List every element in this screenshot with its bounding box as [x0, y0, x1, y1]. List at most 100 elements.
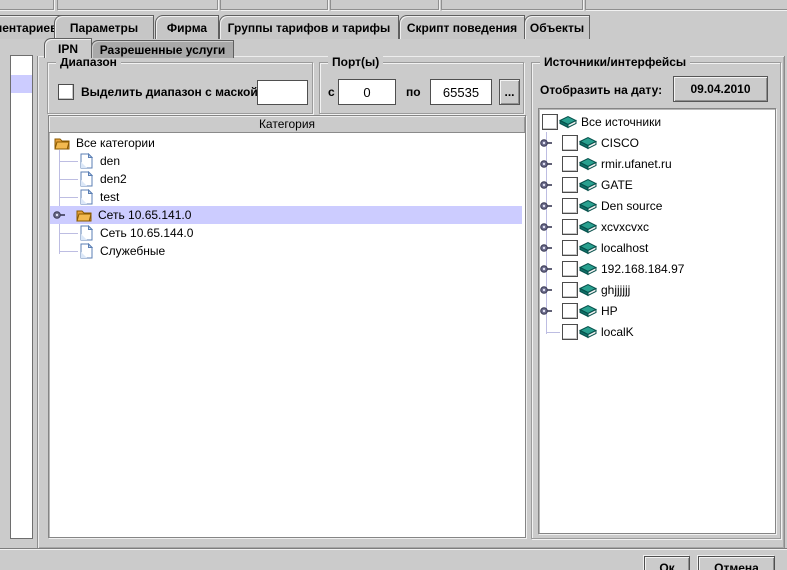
source-tree-item[interactable]: ghjjjjjj [540, 280, 773, 300]
category-tree: Все категории den den2 test [50, 134, 522, 534]
source-label: Все источники [581, 115, 661, 129]
footer-divider-highlight [0, 549, 787, 550]
port-from-input[interactable] [338, 79, 396, 105]
port-from-label: с [328, 85, 335, 99]
tree-expand-handle[interactable] [53, 211, 66, 219]
tree-connector-elbow [59, 161, 78, 162]
source-checkbox[interactable] [562, 135, 578, 151]
tree-expand-handle[interactable] [540, 286, 553, 294]
category-tree-item[interactable]: den [50, 152, 522, 170]
source-checkbox[interactable] [562, 303, 578, 319]
source-checkbox[interactable] [562, 219, 578, 235]
book-icon [579, 242, 597, 255]
tree-expand-handle[interactable] [540, 181, 553, 189]
category-tree-item[interactable]: test [50, 188, 522, 206]
show-on-date-label: Отобразить на дату: [540, 83, 662, 97]
category-column-header[interactable]: Категория [49, 116, 525, 133]
document-icon [80, 171, 93, 187]
tab-firm[interactable]: Фирма [155, 15, 219, 39]
tree-expand-handle[interactable] [540, 244, 553, 252]
cropped-panel-edge [330, 0, 439, 10]
tree-connector-elbow [59, 179, 78, 180]
category-label: Сеть 10.65.141.0 [98, 208, 191, 222]
source-checkbox[interactable] [562, 261, 578, 277]
folder-open-icon [76, 208, 92, 222]
source-tree-item[interactable]: localK [540, 322, 773, 342]
document-icon [80, 189, 93, 205]
ok-button[interactable]: Ок [644, 556, 690, 570]
date-button[interactable]: 09.04.2010 [673, 76, 768, 102]
category-label: den [100, 154, 120, 168]
source-tree-item[interactable]: xcvxcvxc [540, 217, 773, 237]
range-mask-checkbox[interactable] [58, 84, 74, 100]
book-icon [579, 221, 597, 234]
tab-allowed-services[interactable]: Разрешенные услуги [91, 40, 234, 58]
tab-parameters[interactable]: Параметры [54, 15, 154, 39]
source-tree-item[interactable]: 192.168.184.97 [540, 259, 773, 279]
category-header-label: Категория [259, 117, 315, 131]
mask-input[interactable] [257, 80, 308, 105]
source-checkbox[interactable] [562, 240, 578, 256]
source-tree-item[interactable]: Den source [540, 196, 773, 216]
category-tree-item[interactable]: den2 [50, 170, 522, 188]
folder-open-icon [54, 136, 70, 150]
book-icon [579, 284, 597, 297]
category-tree-item[interactable]: Сеть 10.65.144.0 [50, 224, 522, 242]
tab-ipn[interactable]: IPN [44, 38, 92, 58]
tree-expand-handle[interactable] [540, 139, 553, 147]
cropped-panel-edge [57, 0, 218, 10]
source-checkbox[interactable] [542, 114, 558, 130]
category-tree-item[interactable]: Служебные [50, 242, 522, 260]
category-label: den2 [100, 172, 127, 186]
category-tree-item[interactable]: Все категории [50, 134, 522, 152]
sources-group-title: Источники/интерфейсы [540, 55, 690, 69]
cancel-button[interactable]: Отмена [698, 556, 775, 570]
source-checkbox[interactable] [562, 282, 578, 298]
category-table: Категория Все категории den den2 [48, 115, 526, 538]
source-tree-item[interactable]: Все источники [540, 112, 773, 132]
range-checkbox-label: Выделить диапазон с маской / [81, 85, 264, 99]
source-label: localK [601, 325, 634, 339]
document-icon [80, 243, 93, 259]
source-label: ghjjjjjj [601, 283, 630, 297]
tree-expand-handle[interactable] [540, 223, 553, 231]
source-tree-item[interactable]: HP [540, 301, 773, 321]
category-tree-item-selected[interactable]: Сеть 10.65.141.0 [50, 206, 522, 224]
ipn-tab-panel: Диапазон Выделить диапазон с маской / По… [37, 56, 785, 549]
source-label: localhost [601, 241, 648, 255]
source-label: CISCO [601, 136, 639, 150]
tab-tariff-groups[interactable]: Группы тарифов и тарифы [219, 15, 399, 39]
tab-ipn-label: IPN [58, 42, 78, 56]
tree-connector-elbow [546, 332, 560, 333]
tab-objects[interactable]: Объекты [524, 15, 590, 39]
book-icon [579, 158, 597, 171]
category-label: test [100, 190, 119, 204]
tree-expand-handle[interactable] [540, 307, 553, 315]
category-label: Служебные [100, 244, 165, 258]
source-checkbox[interactable] [562, 177, 578, 193]
book-icon [579, 179, 597, 192]
source-tree-item[interactable]: GATE [540, 175, 773, 195]
port-browse-button[interactable]: ... [499, 79, 520, 105]
source-label: 192.168.184.97 [601, 262, 684, 276]
source-checkbox[interactable] [562, 198, 578, 214]
source-tree-item[interactable]: rmir.ufanet.ru [540, 154, 773, 174]
application-window: мментариев Параметры Фирма Группы тарифо… [0, 0, 787, 570]
source-label: GATE [601, 178, 633, 192]
tree-expand-handle[interactable] [540, 265, 553, 273]
tree-expand-handle[interactable] [540, 202, 553, 210]
left-panel-selected-item[interactable] [11, 75, 32, 93]
sources-groupbox: Источники/интерфейсы Отобразить на дату:… [531, 62, 781, 539]
sources-tree: Все источники CISCO rmir.ufanet.ru [540, 111, 773, 531]
source-tree-item[interactable]: CISCO [540, 133, 773, 153]
port-to-input[interactable] [430, 79, 492, 105]
range-groupbox: Диапазон Выделить диапазон с маской / [47, 62, 313, 114]
source-checkbox[interactable] [562, 156, 578, 172]
tree-expand-handle[interactable] [540, 160, 553, 168]
book-icon [559, 116, 577, 129]
source-tree-item[interactable]: localhost [540, 238, 773, 258]
tab-behavior-script[interactable]: Скрипт поведения [399, 15, 525, 39]
tree-connector-elbow [59, 233, 78, 234]
cropped-panel-edge [441, 0, 583, 10]
source-checkbox[interactable] [562, 324, 578, 340]
